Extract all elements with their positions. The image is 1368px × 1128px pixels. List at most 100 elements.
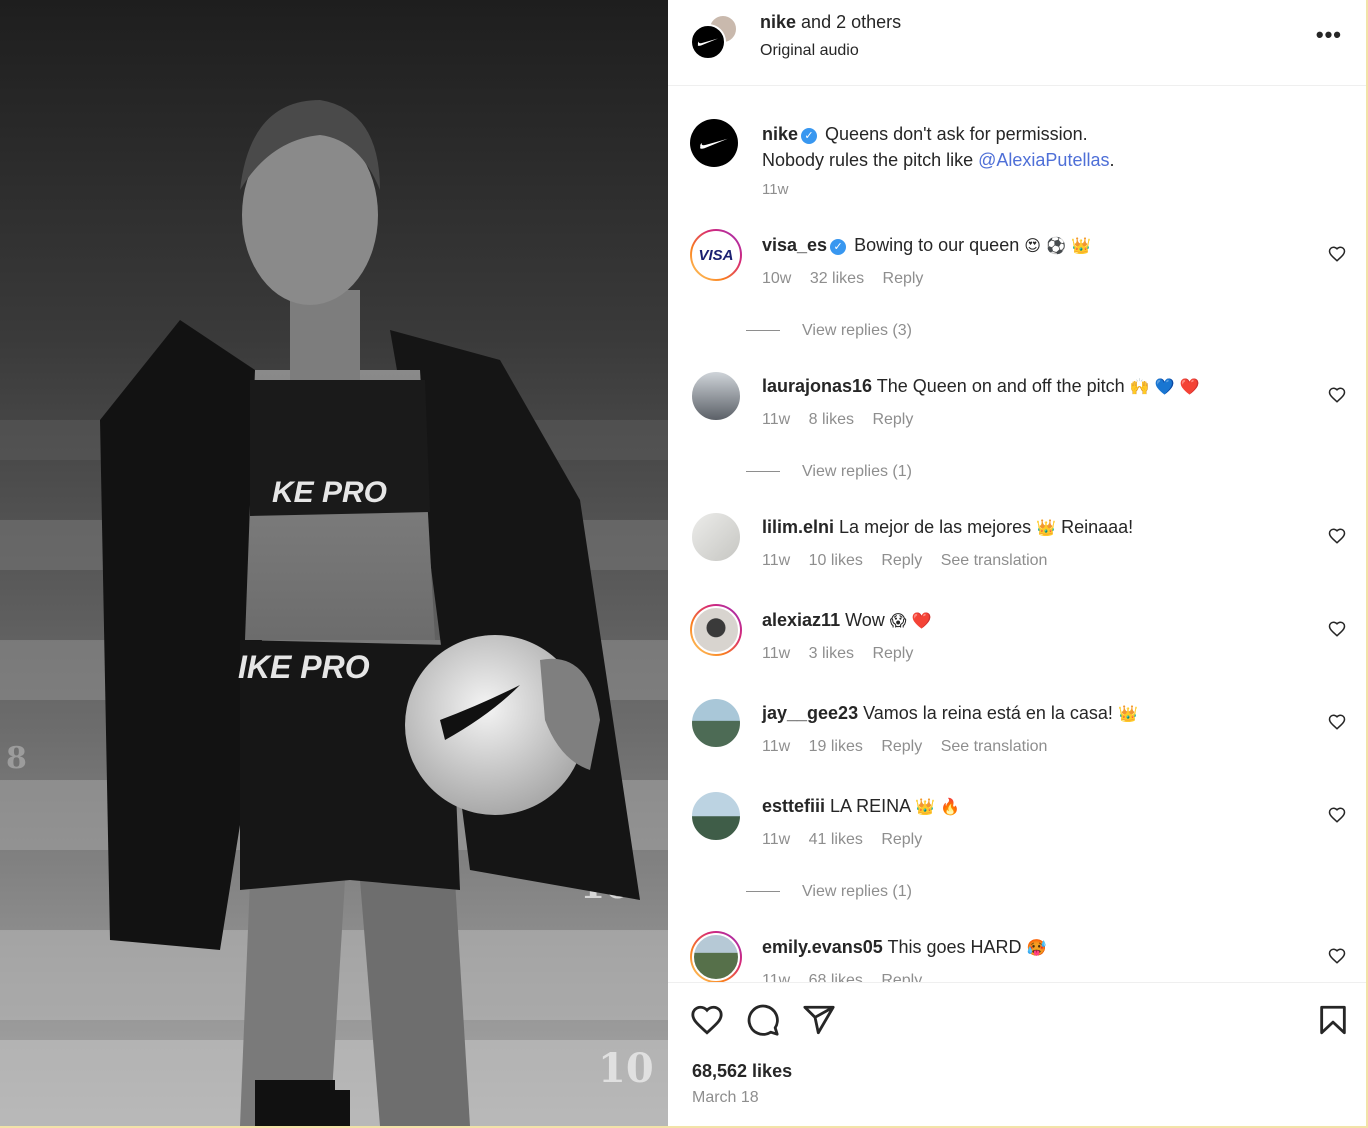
comment-like-heart-icon[interactable] — [1328, 806, 1346, 824]
comment-avatar[interactable] — [690, 511, 742, 563]
view-replies-button[interactable]: View replies (3) — [802, 322, 912, 339]
visa-logo: VISA — [698, 246, 734, 264]
audio-label[interactable]: Original audio — [760, 42, 859, 60]
instagram-post-window: 10 10 8 KE PRO IKE PRO — [0, 0, 1366, 1126]
bookmark-icon[interactable] — [1316, 1003, 1350, 1037]
header-username[interactable]: nike — [760, 12, 796, 32]
comment-text: emily.evans05 This goes HARD 🥵 — [762, 937, 1046, 958]
comment-username[interactable]: lilim.elni — [762, 517, 834, 537]
comment-avatar[interactable] — [690, 931, 742, 982]
comment-likes[interactable]: 32 likes — [810, 270, 864, 287]
comment-likes[interactable]: 68 likes — [809, 972, 863, 982]
seat-number: 8 — [6, 741, 27, 776]
collab-avatars[interactable] — [690, 14, 740, 64]
comment-likes[interactable]: 10 likes — [809, 552, 863, 569]
comment-meta: 11w 19 likes Reply See translation — [762, 738, 1061, 756]
comment-time[interactable]: 11w — [762, 552, 790, 569]
comment-emoji: 🙌 💙 ❤️ — [1129, 377, 1200, 396]
view-replies-row[interactable]: View replies (1) — [746, 883, 912, 901]
like-heart-icon[interactable] — [690, 1003, 724, 1037]
comment-username[interactable]: visa_es — [762, 235, 827, 255]
reply-button[interactable]: Reply — [881, 552, 922, 569]
post-date[interactable]: March 18 — [692, 1089, 759, 1107]
comment-text: visa_es ✓ Bowing to our queen 😍 ⚽ 👑 — [762, 235, 1091, 256]
comment-like-heart-icon[interactable] — [1328, 713, 1346, 731]
more-options-icon[interactable]: ••• — [1316, 22, 1342, 48]
comment-avatar[interactable] — [690, 370, 742, 422]
comment-meta: 11w 68 likes Reply — [762, 972, 936, 982]
comment-like-heart-icon[interactable] — [1328, 620, 1346, 638]
caption-mention-link[interactable]: @AlexiaPutellas — [978, 150, 1109, 170]
comment-item: VISA visa_es ✓ Bowing to our queen 😍 ⚽ 👑 … — [690, 229, 1350, 309]
replies-divider — [746, 471, 780, 473]
see-translation-button[interactable]: See translation — [941, 552, 1048, 569]
view-replies-row[interactable]: View replies (3) — [746, 322, 912, 340]
comment-meta: 11w 41 likes Reply — [762, 831, 936, 849]
nike-avatar[interactable] — [690, 24, 726, 60]
comment-username[interactable]: emily.evans05 — [762, 937, 883, 957]
comment-time[interactable]: 11w — [762, 645, 790, 662]
caption-avatar[interactable] — [690, 119, 738, 167]
comment-like-heart-icon[interactable] — [1328, 386, 1346, 404]
reply-button[interactable]: Reply — [872, 411, 913, 428]
comment-likes[interactable]: 19 likes — [809, 738, 863, 755]
see-translation-button[interactable]: See translation — [941, 738, 1048, 755]
share-icon[interactable] — [802, 1003, 836, 1037]
media-illustration: 10 10 8 KE PRO IKE PRO — [0, 100, 668, 1126]
comment-username[interactable]: esttefiii — [762, 796, 825, 816]
comment-text: esttefiii LA REINA 👑 🔥 — [762, 796, 960, 817]
header-others[interactable]: and 2 others — [801, 12, 901, 32]
comment-avatar[interactable]: VISA — [690, 229, 742, 281]
comments-list[interactable]: nike ✓ Queens don't ask for permission. N… — [668, 87, 1366, 982]
comment-meta: 11w 8 likes Reply — [762, 411, 927, 429]
reply-button[interactable]: Reply — [883, 270, 924, 287]
post-media-image[interactable]: 10 10 8 KE PRO IKE PRO — [0, 0, 668, 1126]
comment-item: alexiaz11 Wow 😱 ❤️ 11w 3 likes Reply — [690, 604, 1350, 684]
comment-likes[interactable]: 3 likes — [809, 645, 854, 662]
comment-meta: 11w 10 likes Reply See translation — [762, 552, 1061, 570]
caption-time[interactable]: 11w — [762, 181, 788, 198]
comment-text: alexiaz11 Wow 😱 ❤️ — [762, 610, 931, 631]
comment-avatar[interactable] — [690, 604, 742, 656]
caption-username[interactable]: nike — [762, 124, 798, 144]
comment-time[interactable]: 10w — [762, 270, 791, 287]
comment-time[interactable]: 11w — [762, 411, 790, 428]
comment-body: Bowing to our queen — [854, 235, 1020, 255]
comment-time[interactable]: 11w — [762, 738, 790, 755]
comment-emoji: 😱 ❤️ — [889, 611, 932, 630]
comment-body: Vamos la reina está en la casa! — [863, 703, 1113, 723]
comment-like-heart-icon[interactable] — [1328, 245, 1346, 263]
comment-like-heart-icon[interactable] — [1328, 527, 1346, 545]
comment-time[interactable]: 11w — [762, 972, 790, 982]
header-accounts[interactable]: nike and 2 others — [760, 12, 901, 33]
view-replies-button[interactable]: View replies (1) — [802, 463, 912, 480]
likes-count[interactable]: 68,562 likes — [692, 1061, 792, 1082]
comment-likes[interactable]: 8 likes — [809, 411, 854, 428]
view-replies-button[interactable]: View replies (1) — [802, 883, 912, 900]
comment-username[interactable]: jay__gee23 — [762, 703, 858, 723]
shorts-logo-text: IKE PRO — [238, 649, 370, 685]
comment-username[interactable]: alexiaz11 — [762, 610, 840, 630]
reply-button[interactable]: Reply — [881, 972, 922, 982]
comment-avatar[interactable] — [690, 790, 742, 842]
comment-avatar[interactable] — [690, 697, 742, 749]
comment-item: laurajonas16 The Queen on and off the pi… — [690, 370, 1350, 450]
comment-text: lilim.elni La mejor de las mejores 👑 Rei… — [762, 517, 1133, 538]
comment-item: emily.evans05 This goes HARD 🥵 11w 68 li… — [690, 931, 1350, 982]
post-actions-footer: 68,562 likes March 18 — [668, 982, 1366, 1126]
reply-button[interactable]: Reply — [872, 645, 913, 662]
comment-emoji: 👑 — [1117, 704, 1138, 723]
view-replies-row[interactable]: View replies (1) — [746, 463, 912, 481]
reply-button[interactable]: Reply — [881, 738, 922, 755]
comment-emoji: 👑 — [1036, 518, 1057, 537]
comment-like-heart-icon[interactable] — [1328, 947, 1346, 965]
reply-button[interactable]: Reply — [881, 831, 922, 848]
verified-icon: ✓ — [801, 128, 818, 144]
comment-time[interactable]: 11w — [762, 831, 790, 848]
comment-item: jay__gee23 Vamos la reina está en la cas… — [690, 697, 1350, 777]
comment-icon[interactable] — [746, 1003, 780, 1037]
comment-username[interactable]: laurajonas16 — [762, 376, 872, 396]
comment-likes[interactable]: 41 likes — [809, 831, 863, 848]
caption-text: nike ✓ Queens don't ask for permission. N… — [762, 121, 1322, 173]
caption-line2: Nobody rules the pitch like — [762, 150, 979, 170]
